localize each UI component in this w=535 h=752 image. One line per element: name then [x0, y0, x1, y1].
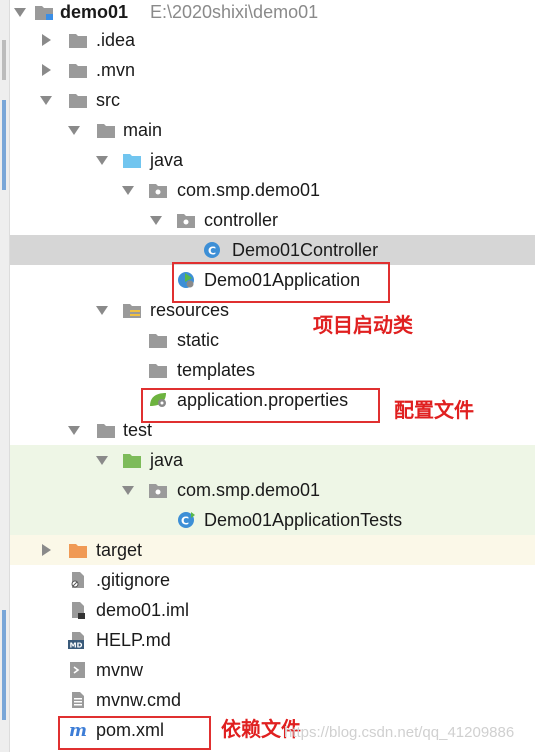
expand-arrow-icon[interactable]: [122, 186, 134, 195]
test-folder-icon: [123, 454, 141, 468]
tree-row-mvn[interactable]: .mvn: [10, 55, 535, 85]
tree-row-idea[interactable]: .idea: [10, 25, 535, 55]
root-label: demo01: [60, 2, 129, 22]
tree-row-demo01applicationtests[interactable]: C Demo01ApplicationTests: [10, 505, 535, 535]
excluded-folder-icon: [69, 544, 87, 558]
shell-script-icon: [70, 662, 85, 678]
root-path: E:\2020shixi\demo01: [150, 2, 319, 22]
folder-icon: [97, 124, 115, 138]
expand-arrow-icon[interactable]: [150, 216, 162, 225]
expand-arrow-icon[interactable]: [40, 96, 52, 105]
folder-icon: [69, 34, 87, 48]
folder-icon: [149, 364, 167, 378]
svg-text:MD: MD: [70, 642, 83, 650]
tree-item-label: src: [96, 90, 120, 110]
resources-folder-icon: [123, 304, 141, 318]
tree-item-label: .gitignore: [96, 570, 171, 590]
text-file-icon: [72, 692, 84, 708]
expand-arrow-icon[interactable]: [68, 126, 80, 135]
tree-row-controller[interactable]: controller: [10, 205, 535, 235]
annotation-startup-class: 项目启动类: [313, 313, 413, 337]
tree-row-main[interactable]: main: [10, 115, 535, 145]
tree-row-package[interactable]: com.smp.demo01: [10, 175, 535, 205]
tree-item-label: java: [150, 450, 184, 470]
tree-item-label: resources: [150, 300, 230, 320]
tree-item-label: target: [96, 540, 143, 560]
svg-text:C: C: [208, 245, 216, 258]
expand-arrow-icon[interactable]: [122, 486, 134, 495]
tree-item-label: .mvn: [96, 60, 136, 80]
tree-row-src[interactable]: src: [10, 85, 535, 115]
tree-item-label: test: [123, 420, 153, 440]
tree-item-label: Demo01ApplicationTests: [204, 510, 403, 530]
test-class-icon: C: [178, 512, 195, 528]
module-folder-icon: [35, 6, 53, 20]
folder-icon: [97, 424, 115, 438]
tree-item-label: com.smp.demo01: [177, 180, 321, 200]
annotation-box-config: [141, 388, 380, 423]
expand-arrow-icon[interactable]: [68, 426, 80, 435]
watermark: https://blog.csdn.net/qq_41209886: [284, 724, 515, 741]
folder-icon: [69, 64, 87, 78]
tree-item-label: Demo01Controller: [232, 240, 379, 260]
tree-row-demo01controller[interactable]: C Demo01Controller: [10, 235, 535, 265]
tree-row-target[interactable]: target: [10, 535, 535, 565]
package-icon: [149, 484, 167, 498]
tree-row-gitignore[interactable]: .gitignore: [10, 565, 535, 595]
tree-item-label: .idea: [96, 30, 136, 50]
tree-item-label: templates: [177, 360, 256, 380]
annotation-box-deps: [58, 716, 211, 750]
left-tool-strip: [0, 0, 10, 752]
ignore-file-icon: [71, 572, 84, 588]
iml-file-icon: [72, 602, 85, 619]
tree-row-mvnw-cmd[interactable]: mvnw.cmd: [10, 685, 535, 715]
svg-text:C: C: [181, 515, 189, 528]
tree-item-label: java: [150, 150, 184, 170]
expand-arrow-icon[interactable]: [96, 156, 108, 165]
java-class-icon: C: [204, 242, 220, 258]
tree-row-iml[interactable]: demo01.iml: [10, 595, 535, 625]
source-folder-icon: [123, 154, 141, 168]
tree-item-label: main: [123, 120, 163, 140]
collapse-arrow-icon[interactable]: [42, 64, 51, 76]
collapse-arrow-icon[interactable]: [42, 34, 51, 46]
folder-icon: [69, 94, 87, 108]
package-icon: [177, 214, 195, 228]
expand-arrow-icon[interactable]: [96, 306, 108, 315]
tree-item-label: controller: [204, 210, 279, 230]
annotation-box-startup: [172, 262, 390, 303]
tree-row-static[interactable]: static: [10, 325, 535, 355]
folder-icon: [149, 334, 167, 348]
tree-row-java[interactable]: java: [10, 145, 535, 175]
markdown-file-icon: MD: [68, 632, 84, 650]
tree-row-help-md[interactable]: MD HELP.md: [10, 625, 535, 655]
package-icon: [149, 184, 167, 198]
tree-item-label: mvnw.cmd: [96, 690, 182, 710]
tree-row-templates[interactable]: templates: [10, 355, 535, 385]
tree-item-label: com.smp.demo01: [177, 480, 321, 500]
tree-item-label: HELP.md: [96, 630, 171, 650]
tree-row-test-java[interactable]: java: [10, 445, 535, 475]
annotation-config-file: 配置文件: [394, 398, 474, 422]
tree-row-root[interactable]: demo01 E:\2020shixi\demo01: [10, 0, 535, 27]
expand-arrow-icon[interactable]: [96, 456, 108, 465]
tree-item-label: static: [177, 330, 220, 350]
tree-row-mvnw[interactable]: mvnw: [10, 655, 535, 685]
tree-item-label: demo01.iml: [96, 600, 190, 620]
tree-item-label: mvnw: [96, 660, 144, 680]
tree-row-test-package[interactable]: com.smp.demo01: [10, 475, 535, 505]
collapse-arrow-icon[interactable]: [42, 544, 51, 556]
expand-arrow-icon[interactable]: [14, 8, 26, 17]
